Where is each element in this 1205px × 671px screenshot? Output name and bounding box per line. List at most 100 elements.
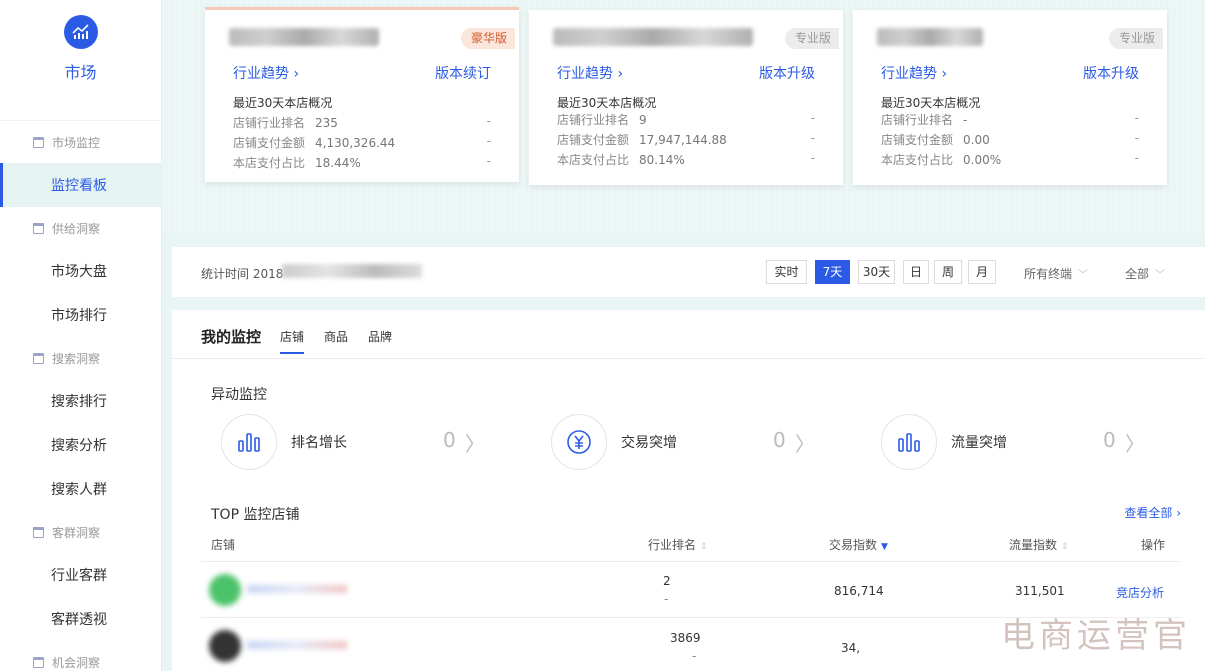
anomaly-count: 0 [1103, 428, 1116, 452]
stat-row: 店铺行业排名 235 - [233, 114, 491, 131]
nav-item-search-ranking[interactable]: 搜索排行 [0, 379, 161, 423]
industry-trend-link[interactable]: 行业趋势 › [557, 63, 623, 83]
shop-cards-area: 豪华版 行业趋势 › 版本续订 最近30天本店概况 店铺行业排名 235 - 店铺支… [162, 0, 1205, 233]
time-30days-button[interactable]: 30天 [858, 260, 895, 284]
industry-rank-change: - [664, 592, 669, 606]
stat-label: 本店支付占比 [233, 156, 306, 170]
nav-item-label: 搜索人群 [51, 482, 107, 498]
stat-value: 4,130,326.44 [315, 136, 396, 150]
nav-item-label: 客群透视 [51, 612, 107, 628]
column-action: 操作 [1141, 538, 1166, 552]
sort-icon: ⇕ [700, 542, 708, 552]
filter-bar: 统计时间 2018 实时 7天 30天 日 周 月 所有终端 ﹀ 全部 ﹀ [172, 247, 1205, 297]
stat-label: 店铺支付金额 [557, 133, 630, 147]
column-industry-rank[interactable]: 行业排名 ⇕ [648, 536, 708, 553]
nav-item-customer-perspective[interactable]: 客群透视 [0, 597, 161, 641]
nav-group-label: 供给洞察 [52, 221, 101, 236]
table-header: 店铺 行业排名 ⇕ 交易指数 ▼ 流量指数 ⇕ 操作 [201, 528, 1181, 562]
nav-group-search: 搜索洞察 [0, 337, 161, 379]
all-dropdown[interactable]: 全部 ﹀ [1125, 265, 1165, 282]
sidebar: 市场 市场监控 监控看板 供给洞察 市场大盘 市场排行 搜索洞察 搜索排行 搜索… [0, 0, 162, 671]
sort-icon: ⇕ [1061, 542, 1069, 552]
overview-title: 最近30天本店概况 [233, 96, 333, 110]
nav-item-label: 市场大盘 [51, 264, 107, 280]
all-dropdown-value: 全部 [1125, 267, 1150, 281]
shop-info-blurred [201, 628, 361, 664]
stat-date-blurred [282, 264, 422, 278]
stat-row: 本店支付占比 18.44% - [233, 154, 491, 171]
nav-item-search-analysis[interactable]: 搜索分析 [0, 423, 161, 467]
avatar [209, 630, 241, 662]
industry-trend-link[interactable]: 行业趋势 › [233, 63, 299, 83]
nav-group-market-monitor: 市场监控 [0, 121, 161, 163]
tab-shop[interactable]: 店铺 [280, 328, 305, 354]
stat-dash: - [810, 111, 815, 125]
nav-item-industry-customers[interactable]: 行业客群 [0, 553, 161, 597]
time-realtime-button[interactable]: 实时 [766, 260, 807, 284]
nav-item-label: 搜索排行 [51, 394, 107, 410]
shop-name-blurred [229, 28, 379, 46]
terminal-dropdown[interactable]: 所有终端 ﹀ [1024, 265, 1088, 282]
anomaly-label: 排名增长 [291, 435, 347, 451]
time-week-button[interactable]: 周 [934, 260, 962, 284]
nav-item-search-crowd[interactable]: 搜索人群 [0, 467, 161, 511]
industry-rank-change: - [692, 649, 697, 663]
column-trade-index[interactable]: 交易指数 ▼ [829, 536, 888, 553]
stat-label: 店铺行业排名 [233, 116, 306, 130]
column-traffic-index[interactable]: 流量指数 ⇕ [1009, 536, 1069, 553]
nav-item-monitor-board[interactable]: 监控看板 [0, 163, 161, 207]
page-title: 我的监控 [201, 328, 262, 346]
shop-info-blurred [201, 572, 361, 608]
anomaly-count: 0 [443, 428, 456, 452]
bar-chart-icon [221, 414, 277, 470]
version-renew-link[interactable]: 版本续订 [435, 63, 491, 83]
nav-item-market-ranking[interactable]: 市场排行 [0, 293, 161, 337]
tab-brand[interactable]: 品牌 [368, 328, 392, 345]
anomaly-title: 异动监控 [211, 387, 267, 403]
column-label: 流量指数 [1009, 538, 1058, 552]
shop-card: 豪华版 行业趋势 › 版本续订 最近30天本店概况 店铺行业排名 235 - 店铺支… [205, 7, 519, 182]
building-icon [33, 526, 44, 538]
time-day-button[interactable]: 日 [903, 260, 929, 284]
competitor-analysis-link[interactable]: 竞店分析 [1116, 584, 1164, 601]
trade-index: 34, [841, 641, 861, 655]
anomaly-rank-growth[interactable]: 排名增长 0 〉 [221, 414, 485, 470]
chevron-down-icon: ﹀ [1155, 270, 1166, 281]
industry-trend-link[interactable]: 行业趋势 › [881, 63, 947, 83]
stat-label: 店铺行业排名 [557, 113, 630, 127]
nav-group-label: 搜索洞察 [52, 351, 101, 366]
stat-dash: - [1134, 111, 1139, 125]
stat-label: 店铺支付金额 [881, 133, 954, 147]
nav-group-label: 机会洞察 [52, 655, 101, 670]
nav-item-label: 市场排行 [51, 308, 107, 324]
shop-name-blurred [877, 28, 983, 46]
view-all-link[interactable]: 查看全部 › [1124, 504, 1181, 521]
shop-name-blurred [247, 641, 347, 649]
time-7days-button[interactable]: 7天 [815, 260, 850, 284]
nav-item-label: 搜索分析 [51, 438, 107, 454]
anomaly-label: 交易突增 [621, 435, 677, 451]
industry-rank: 2 [663, 574, 671, 588]
nav-item-market-overview[interactable]: 市场大盘 [0, 249, 161, 293]
nav-item-label: 行业客群 [51, 568, 107, 584]
stat-value: 18.44% [315, 156, 361, 170]
divider [172, 358, 1205, 359]
anomaly-trade-surge[interactable]: 交易突增 0 〉 [551, 414, 815, 470]
anomaly-traffic-surge[interactable]: 流量突增 0 〉 [881, 414, 1145, 470]
shop-name-blurred [553, 28, 753, 46]
stat-label: 本店支付占比 [881, 153, 954, 167]
sidebar-logo-label: 市场 [64, 63, 97, 82]
time-month-button[interactable]: 月 [968, 260, 996, 284]
shop-card: 专业版 行业趋势 › 版本升级 最近30天本店概况 店铺行业排名 9 - 店铺支付金… [529, 10, 843, 185]
stat-row: 店铺行业排名 - - [881, 111, 1139, 128]
nav-group-label: 市场监控 [52, 135, 101, 150]
nav-item-label: 监控看板 [51, 178, 107, 194]
market-chart-icon [63, 15, 98, 49]
tab-product[interactable]: 商品 [324, 328, 348, 345]
sidebar-logo[interactable]: 市场 [0, 15, 161, 121]
version-upgrade-link[interactable]: 版本升级 [759, 63, 815, 83]
overview-title: 最近30天本店概况 [881, 96, 981, 110]
version-upgrade-link[interactable]: 版本升级 [1083, 63, 1139, 83]
chevron-right-icon: 〉 [795, 432, 815, 456]
anomaly-count: 0 [773, 428, 786, 452]
